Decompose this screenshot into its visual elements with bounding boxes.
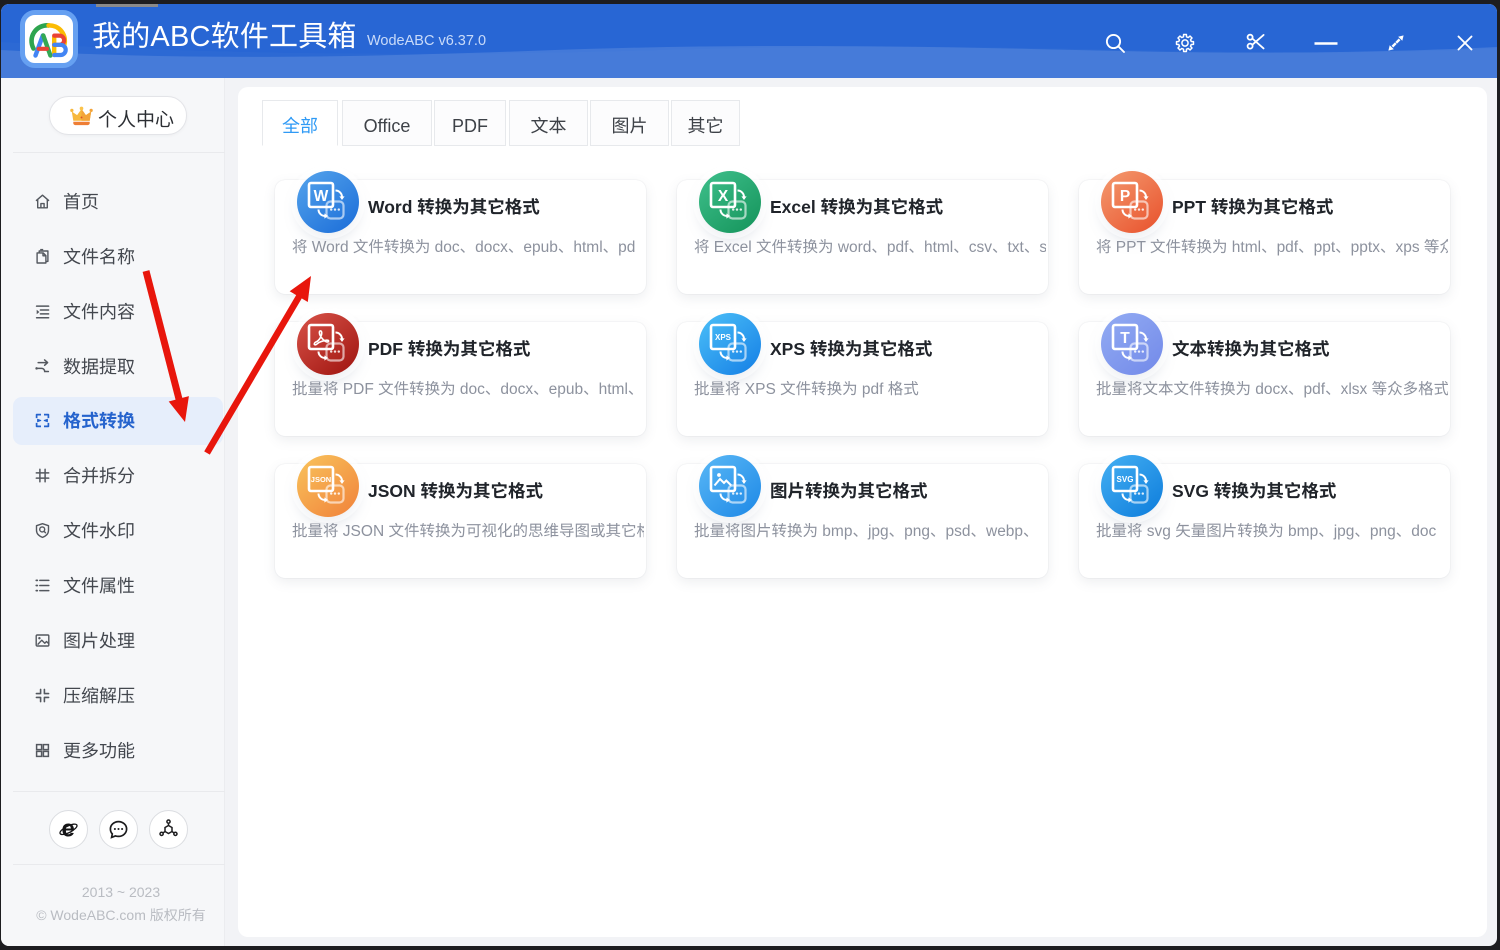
svg-text:T: T <box>1120 330 1130 347</box>
svg-text:JSON: JSON <box>311 475 331 484</box>
svg-text:X: X <box>718 188 729 205</box>
svg-text:SVG: SVG <box>1117 475 1134 484</box>
svg-text:P: P <box>1120 188 1130 205</box>
svg-text:XPS: XPS <box>715 333 732 342</box>
svg-text:e: e <box>62 819 75 840</box>
